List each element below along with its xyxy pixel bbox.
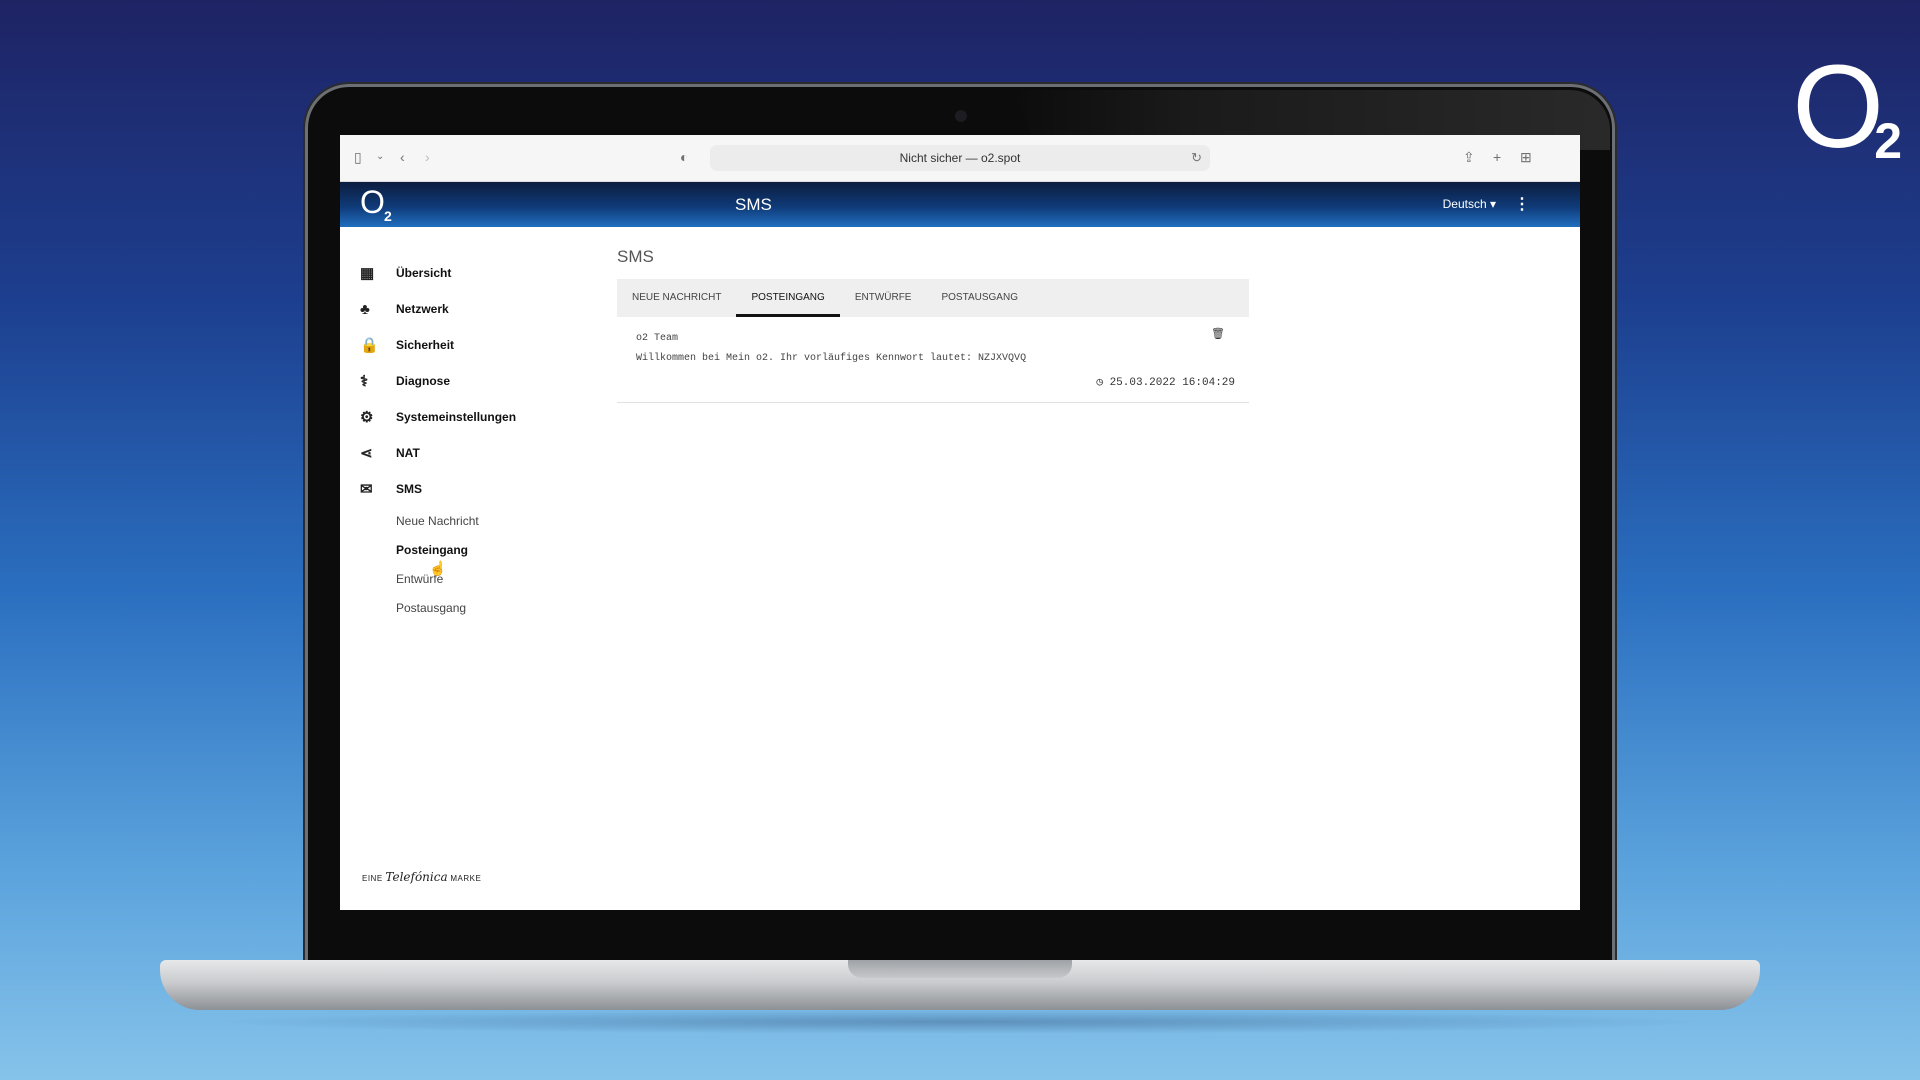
network-icon: ♣: [360, 300, 370, 318]
sidebar-item-label: SMS: [396, 482, 423, 496]
sidebar-item-label: Sicherheit: [396, 338, 455, 352]
sidebar-item-label: Netzwerk: [396, 302, 449, 316]
sms-tabs: NEUE NACHRICHT POSTEINGANG ENTWÜRFE POST…: [617, 279, 1249, 317]
sidebar-item-label: NAT: [396, 446, 420, 460]
o2-brand-logo: O2: [1792, 41, 1903, 173]
shield-icon[interactable]: ◐: [680, 149, 688, 165]
header-o2-logo[interactable]: O2: [360, 184, 392, 224]
trash-icon[interactable]: 🗑: [1211, 327, 1225, 341]
share-icon[interactable]: ⇪: [1463, 149, 1475, 165]
browser-toolbar: ▯ ⌄ ‹ › ◐ Nicht sicher — o2.spot ↻ ⇪ + ⊞: [340, 135, 1580, 182]
sidebar-item-label: Übersicht: [396, 266, 452, 280]
message-sender: o2 Team: [636, 333, 679, 344]
chevron-right-icon[interactable]: ›: [425, 149, 430, 165]
sidebar-subitem-entwuerfe[interactable]: Entwürfe: [360, 565, 590, 594]
doctor-icon: ⚕: [360, 373, 369, 390]
tab-posteingang[interactable]: POSTEINGANG: [736, 279, 841, 317]
page-title: SMS: [617, 247, 654, 266]
dashboard-icon: ▦: [360, 265, 375, 282]
sidebar-item-sicherheit[interactable]: 🔒 Sicherheit: [360, 327, 590, 363]
sidebar-item-label: Systemeinstellungen: [396, 410, 517, 424]
sidebar-item-nat[interactable]: ⋖ NAT: [360, 435, 590, 471]
lock-icon: 🔒: [360, 337, 379, 354]
address-bar[interactable]: Nicht sicher — o2.spot ↻: [710, 145, 1210, 171]
sidebar-item-diagnose[interactable]: ⚕ Diagnose: [360, 363, 590, 399]
sidebar-nav: ▦ Übersicht ♣ Netzwerk 🔒 Sicherheit ⚕ Di…: [360, 255, 590, 623]
sidebar-item-systemeinstellungen[interactable]: ⚙ Systemeinstellungen: [360, 399, 590, 435]
chevron-left-icon[interactable]: ‹: [400, 149, 405, 165]
message-item[interactable]: o2 Team Willkommen bei Mein o2. Ihr vorl…: [617, 317, 1249, 403]
sidebar-item-netzwerk[interactable]: ♣ Netzwerk: [360, 291, 590, 327]
sidebar-item-uebersicht[interactable]: ▦ Übersicht: [360, 255, 590, 291]
browser-window: ▯ ⌄ ‹ › ◐ Nicht sicher — o2.spot ↻ ⇪ + ⊞…: [340, 135, 1580, 910]
telefonica-brand-footer: EINE Telefónica MARKE: [362, 870, 482, 884]
pointer-cursor-icon: ☝: [429, 560, 447, 576]
tab-entwuerfe[interactable]: ENTWÜRFE: [840, 279, 927, 317]
reload-icon[interactable]: ↻: [1191, 145, 1202, 171]
main-content: SMS NEUE NACHRICHT POSTEINGANG ENTWÜRFE …: [617, 235, 1249, 403]
tab-grid-icon[interactable]: ⊞: [1520, 149, 1532, 165]
tab-postausgang[interactable]: POSTAUSGANG: [926, 279, 1033, 317]
message-text: Willkommen bei Mein o2. Ihr vorläufiges …: [636, 353, 1027, 364]
sidebar-item-label: Diagnose: [396, 374, 451, 388]
sidebar-subitem-neue-nachricht[interactable]: Neue Nachricht: [360, 507, 590, 536]
tab-neue-nachricht[interactable]: NEUE NACHRICHT: [617, 279, 736, 317]
address-text: Nicht sicher — o2.spot: [899, 151, 1021, 165]
laptop-shadow: [200, 1010, 1720, 1034]
plus-icon[interactable]: +: [1493, 149, 1501, 165]
sidebar-icon[interactable]: ▯: [354, 149, 362, 165]
envelope-icon: ✉: [360, 481, 373, 498]
sidebar-subitem-postausgang[interactable]: Postausgang: [360, 594, 590, 623]
chevron-down-icon[interactable]: ⌄: [376, 149, 384, 165]
gear-icon: ⚙: [360, 409, 374, 426]
app-header: O2 SMS Deutsch ▾ ⋮: [340, 182, 1580, 227]
sidebar-subitem-posteingang[interactable]: Posteingang: [360, 536, 590, 565]
sidebar-item-sms[interactable]: ✉ SMS: [360, 471, 590, 507]
laptop-notch: [848, 960, 1072, 978]
camera: [955, 110, 967, 122]
clock-icon: ◷: [1096, 377, 1103, 389]
share-nodes-icon: ⋖: [360, 445, 373, 462]
header-title: SMS: [735, 195, 772, 214]
message-timestamp: ◷ 25.03.2022 16:04:29: [1096, 377, 1235, 389]
language-dropdown[interactable]: Deutsch ▾: [1443, 197, 1496, 211]
more-menu-icon[interactable]: ⋮: [1514, 194, 1530, 214]
